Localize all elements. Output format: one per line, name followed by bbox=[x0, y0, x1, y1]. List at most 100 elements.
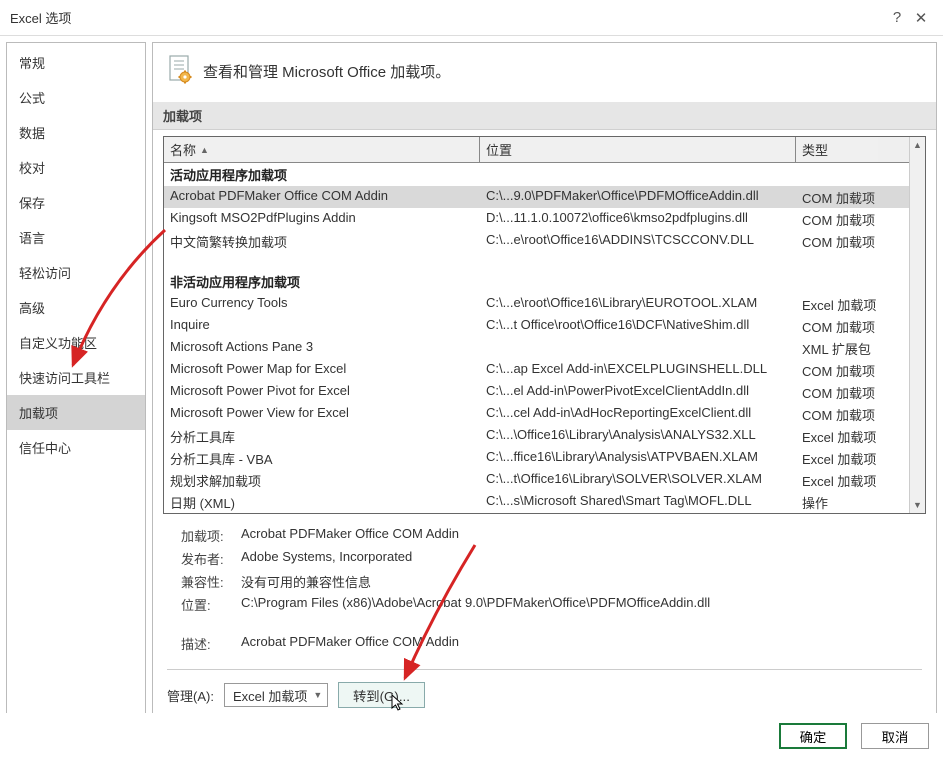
table-row[interactable]: 中文简繁转换加载项C:\...e\root\Office16\ADDINS\TC… bbox=[164, 230, 909, 252]
table-row[interactable]: Kingsoft MSO2PdfPlugins AddinD:\...11.1.… bbox=[164, 208, 909, 230]
close-button[interactable]: ✕ bbox=[909, 9, 933, 27]
cell-type: Excel 加载项 bbox=[796, 293, 878, 315]
cell-type: COM 加载项 bbox=[796, 315, 878, 337]
detail-compat: 没有可用的兼容性信息 bbox=[241, 572, 922, 591]
manage-bar: 管理(A): Excel 加载项 ▼ 转到(G)... bbox=[153, 682, 936, 708]
detail-desc: Acrobat PDFMaker Office COM Addin bbox=[241, 634, 922, 653]
go-button[interactable]: 转到(G)... bbox=[338, 682, 425, 708]
cell-type: Excel 加载项 bbox=[796, 469, 878, 491]
titlebar: Excel 选项 ? ✕ bbox=[0, 0, 943, 36]
table-header-row: 名称 ▲ 位置 类型 bbox=[164, 137, 909, 163]
help-button[interactable]: ? bbox=[885, 9, 909, 26]
sidebar-item[interactable]: 快速访问工具栏 bbox=[7, 360, 145, 395]
detail-label-addin: 加载项: bbox=[181, 526, 241, 545]
vertical-scrollbar[interactable]: ▲ ▼ bbox=[909, 137, 925, 513]
divider bbox=[167, 669, 922, 670]
cell-name: 规划求解加载项 bbox=[164, 469, 480, 491]
group-header: 活动应用程序加载项 bbox=[164, 163, 909, 186]
sidebar-item[interactable]: 信任中心 bbox=[7, 430, 145, 465]
cell-loc: C:\...\Office16\Library\Analysis\ANALYS3… bbox=[480, 425, 796, 447]
cell-type: XML 扩展包 bbox=[796, 337, 878, 359]
cell-name: Microsoft Power View for Excel bbox=[164, 403, 480, 425]
table-row[interactable]: Microsoft Actions Pane 3 XML 扩展包 bbox=[164, 337, 909, 359]
sidebar-item[interactable]: 高级 bbox=[7, 290, 145, 325]
table-row[interactable]: Microsoft Power Map for ExcelC:\...ap Ex… bbox=[164, 359, 909, 381]
addins-table: 名称 ▲ 位置 类型 活动应用程序加载项Acrobat PDFMaker Off… bbox=[163, 136, 926, 514]
cancel-button[interactable]: 取消 bbox=[861, 723, 929, 749]
cell-loc: C:\...ffice16\Library\Analysis\ATPVBAEN.… bbox=[480, 447, 796, 469]
table-row[interactable]: Acrobat PDFMaker Office COM AddinC:\...9… bbox=[164, 186, 909, 208]
cell-type: COM 加载项 bbox=[796, 230, 878, 252]
group-header: 非活动应用程序加载项 bbox=[164, 270, 909, 293]
table-row[interactable]: 规划求解加载项C:\...t\Office16\Library\SOLVER\S… bbox=[164, 469, 909, 491]
manage-label: 管理(A): bbox=[167, 686, 214, 705]
detail-label-location: 位置: bbox=[181, 595, 241, 614]
cell-type: COM 加载项 bbox=[796, 381, 878, 403]
dropdown-caret-icon: ▼ bbox=[313, 690, 322, 700]
cell-name: Microsoft Power Map for Excel bbox=[164, 359, 480, 381]
table-row[interactable]: Microsoft Power View for ExcelC:\...cel … bbox=[164, 403, 909, 425]
cell-name: 中文简繁转换加载项 bbox=[164, 230, 480, 252]
cell-name: Euro Currency Tools bbox=[164, 293, 480, 315]
cell-loc: C:\...9.0\PDFMaker\Office\PDFMOfficeAddi… bbox=[480, 186, 796, 208]
table-row[interactable]: InquireC:\...t Office\root\Office16\DCF\… bbox=[164, 315, 909, 337]
ok-button[interactable]: 确定 bbox=[779, 723, 847, 749]
cell-type: Excel 加载项 bbox=[796, 447, 878, 469]
manage-dropdown[interactable]: Excel 加载项 ▼ bbox=[224, 683, 328, 707]
cell-name: 分析工具库 - VBA bbox=[164, 447, 480, 469]
heading: 查看和管理 Microsoft Office 加载项。 bbox=[153, 55, 936, 102]
cell-loc: D:\...11.1.0.10072\office6\kmso2pdfplugi… bbox=[480, 208, 796, 230]
cell-name: Acrobat PDFMaker Office COM Addin bbox=[164, 186, 480, 208]
table-row[interactable]: 分析工具库 - VBAC:\...ffice16\Library\Analysi… bbox=[164, 447, 909, 469]
sidebar-item[interactable]: 语言 bbox=[7, 220, 145, 255]
cell-loc bbox=[480, 337, 796, 359]
cell-type: COM 加载项 bbox=[796, 403, 878, 425]
scroll-up-arrow-icon[interactable]: ▲ bbox=[910, 137, 925, 153]
cell-type: 操作 bbox=[796, 491, 878, 513]
col-header-location[interactable]: 位置 bbox=[480, 137, 796, 162]
main-panel: 查看和管理 Microsoft Office 加载项。 加载项 名称 ▲ 位置 … bbox=[152, 42, 937, 716]
col-header-type[interactable]: 类型 bbox=[796, 137, 878, 162]
sidebar-item[interactable]: 保存 bbox=[7, 185, 145, 220]
sidebar-item[interactable]: 加载项 bbox=[7, 395, 145, 430]
sort-asc-icon: ▲ bbox=[200, 145, 209, 155]
addin-details: 加载项:Acrobat PDFMaker Office COM Addin 发布… bbox=[153, 514, 936, 655]
section-label: 加载项 bbox=[153, 102, 936, 130]
col-header-name[interactable]: 名称 ▲ bbox=[164, 137, 480, 162]
cell-name: 分析工具库 bbox=[164, 425, 480, 447]
cell-loc: C:\...ap Excel Add-in\EXCELPLUGINSHELL.D… bbox=[480, 359, 796, 381]
detail-addin: Acrobat PDFMaker Office COM Addin bbox=[241, 526, 922, 545]
sidebar-item[interactable]: 数据 bbox=[7, 115, 145, 150]
detail-label-desc: 描述: bbox=[181, 634, 241, 653]
window-title: Excel 选项 bbox=[10, 8, 885, 27]
sidebar-item[interactable]: 常规 bbox=[7, 45, 145, 80]
cell-loc: C:\...t Office\root\Office16\DCF\NativeS… bbox=[480, 315, 796, 337]
cell-loc: C:\...s\Microsoft Shared\Smart Tag\MOFL.… bbox=[480, 491, 796, 513]
sidebar-item[interactable]: 自定义功能区 bbox=[7, 325, 145, 360]
cell-type: COM 加载项 bbox=[796, 359, 878, 381]
dialog-footer: 确定 取消 bbox=[0, 713, 943, 759]
table-row[interactable]: Microsoft Power Pivot for ExcelC:\...el … bbox=[164, 381, 909, 403]
table-row[interactable]: Euro Currency ToolsC:\...e\root\Office16… bbox=[164, 293, 909, 315]
sidebar-item[interactable]: 轻松访问 bbox=[7, 255, 145, 290]
cell-loc: C:\...cel Add-in\AdHocReportingExcelClie… bbox=[480, 403, 796, 425]
cell-loc: C:\...t\Office16\Library\SOLVER\SOLVER.X… bbox=[480, 469, 796, 491]
sidebar-item[interactable]: 公式 bbox=[7, 80, 145, 115]
cell-type: COM 加载项 bbox=[796, 208, 878, 230]
cell-type: Excel 加载项 bbox=[796, 425, 878, 447]
cell-name: Inquire bbox=[164, 315, 480, 337]
heading-text: 查看和管理 Microsoft Office 加载项。 bbox=[203, 61, 450, 82]
table-row[interactable]: 分析工具库C:\...\Office16\Library\Analysis\AN… bbox=[164, 425, 909, 447]
detail-label-publisher: 发布者: bbox=[181, 549, 241, 568]
cell-name: Microsoft Power Pivot for Excel bbox=[164, 381, 480, 403]
table-row[interactable]: 日期 (XML)C:\...s\Microsoft Shared\Smart T… bbox=[164, 491, 909, 513]
sidebar-item[interactable]: 校对 bbox=[7, 150, 145, 185]
cell-name: Microsoft Actions Pane 3 bbox=[164, 337, 480, 359]
addins-page-icon bbox=[167, 55, 193, 88]
detail-location: C:\Program Files (x86)\Adobe\Acrobat 9.0… bbox=[241, 595, 922, 614]
cell-loc: C:\...el Add-in\PowerPivotExcelClientAdd… bbox=[480, 381, 796, 403]
scroll-track[interactable] bbox=[910, 153, 925, 497]
category-sidebar: 常规公式数据校对保存语言轻松访问高级自定义功能区快速访问工具栏加载项信任中心 bbox=[6, 42, 146, 716]
scroll-down-arrow-icon[interactable]: ▼ bbox=[910, 497, 925, 513]
col-header-name-text: 名称 bbox=[170, 140, 196, 159]
